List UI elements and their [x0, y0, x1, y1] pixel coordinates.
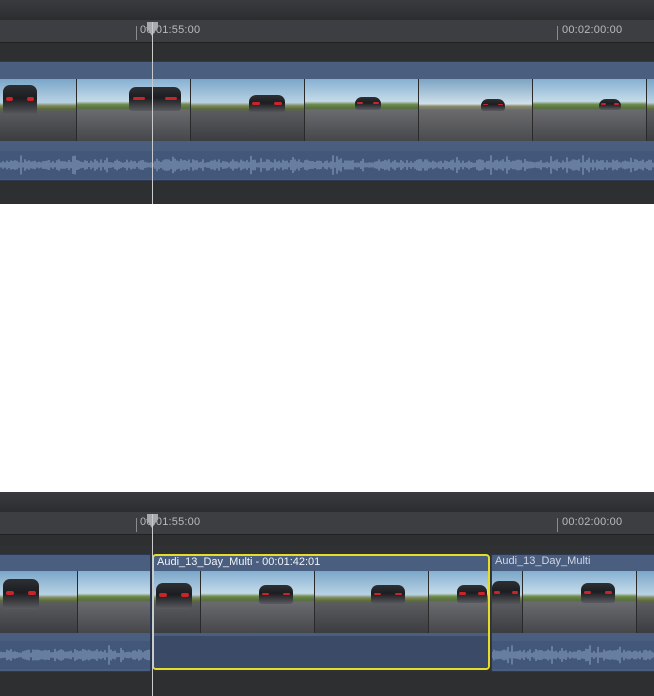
ruler-tick	[557, 518, 558, 532]
ruler-tick	[557, 26, 558, 40]
clip-frame	[0, 79, 77, 141]
clip-frame	[201, 571, 315, 633]
timeline-top-panel: 00:01:55:00 00:02:00:00	[0, 0, 654, 204]
clip-frame	[191, 79, 305, 141]
clip-frame	[154, 571, 201, 633]
video-clip-right[interactable]: Audi_13_Day_Multi	[491, 554, 654, 672]
clip-frame	[637, 571, 654, 633]
clip-filmstrip	[0, 79, 654, 141]
clip-frame	[523, 571, 637, 633]
clip-title: Audi_13_Day_Multi	[495, 555, 591, 567]
timecode-ruler[interactable]: 00:01:55:00 00:02:00:00	[0, 20, 654, 43]
clip-frame	[77, 79, 191, 141]
playhead-line[interactable]	[152, 22, 153, 204]
ruler-tick	[136, 518, 137, 532]
ruler-timecode: 00:02:00:00	[562, 24, 623, 36]
timeline-bottom-panel: 00:01:55:00 00:02:00:00 Audi_13_Day_Mult…	[0, 492, 654, 696]
selected-clip[interactable]: Audi_13_Day_Multi - 00:01:42:01	[152, 554, 490, 670]
video-clip-left[interactable]	[0, 554, 151, 672]
clip-frame	[419, 79, 533, 141]
audio-waveform	[492, 641, 654, 669]
clip-frame	[492, 571, 523, 633]
timecode-ruler[interactable]: 00:01:55:00 00:02:00:00	[0, 512, 654, 535]
selected-clip-audio-area	[154, 636, 488, 668]
clip-filmstrip	[0, 571, 150, 633]
track-gap	[0, 43, 654, 61]
clip-frame	[315, 571, 429, 633]
selected-clip-title: Audi_13_Day_Multi - 00:01:42:01	[157, 556, 321, 568]
track-gap	[0, 181, 654, 204]
video-clip[interactable]	[0, 61, 654, 181]
ruler-timecode: 00:02:00:00	[562, 516, 623, 528]
timeline-header-bar	[0, 492, 654, 513]
clip-filmstrip	[154, 571, 488, 633]
clip-frame	[429, 571, 488, 633]
clip-frame	[0, 571, 78, 633]
clip-frame	[305, 79, 419, 141]
clip-filmstrip	[492, 571, 654, 633]
clip-frame	[647, 79, 654, 141]
audio-waveform	[0, 151, 654, 179]
timeline-header-bar	[0, 0, 654, 21]
clip-frame	[533, 79, 647, 141]
audio-waveform	[0, 641, 150, 669]
waveform-path	[492, 645, 654, 665]
track-gap	[0, 672, 654, 696]
playhead-line[interactable]	[152, 514, 153, 696]
waveform-path	[0, 155, 654, 175]
waveform-path	[0, 645, 150, 665]
clip-frame	[78, 571, 150, 633]
ruler-tick	[136, 26, 137, 40]
track-gap	[0, 535, 654, 545]
